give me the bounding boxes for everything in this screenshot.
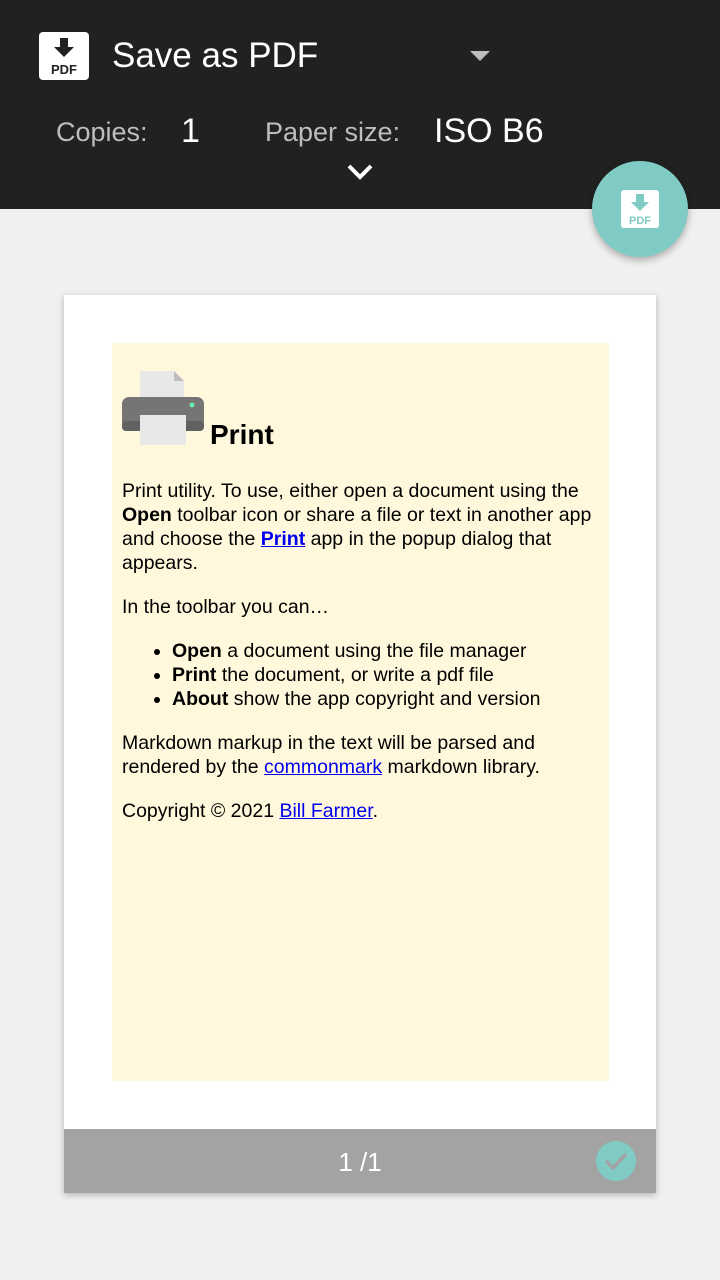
- list-item: About show the app copyright and version: [172, 687, 602, 711]
- print-link[interactable]: Print: [261, 528, 305, 550]
- toolbar-intro: In the toolbar you can…: [122, 596, 330, 618]
- printer-icon: [122, 371, 204, 445]
- toolbar-list: Open a document using the file manager P…: [122, 639, 602, 711]
- printer-selector[interactable]: Save as PDF: [112, 36, 318, 76]
- intro-paragraph: Print utility. To use, either open a doc…: [122, 480, 592, 574]
- commonmark-link[interactable]: commonmark: [264, 756, 382, 778]
- pdf-download-icon: PDF: [621, 190, 659, 228]
- page-footer: 1 /1: [64, 1129, 656, 1193]
- fab-pdf-text: PDF: [629, 215, 651, 227]
- copyright-paragraph: Copyright © 2021 Bill Farmer.: [122, 800, 379, 822]
- pdf-badge-text: PDF: [51, 62, 77, 77]
- paper-size-label: Paper size:: [265, 117, 401, 147]
- pdf-download-icon[interactable]: PDF: [39, 32, 89, 80]
- markdown-paragraph: Markdown markup in the text will be pars…: [122, 732, 540, 778]
- expand-chevron-icon[interactable]: [345, 160, 375, 184]
- page-preview[interactable]: Print Print utility. To use, either open…: [64, 295, 656, 1193]
- paper-size-value[interactable]: ISO B6: [434, 112, 544, 151]
- list-item: Open a document using the file manager: [172, 639, 602, 663]
- copies-label: Copies:: [56, 117, 148, 147]
- page-selected-check-icon[interactable]: [596, 1141, 636, 1181]
- copies-value[interactable]: 1: [181, 112, 200, 151]
- save-pdf-button[interactable]: PDF: [592, 161, 688, 257]
- document-title: Print: [210, 419, 274, 450]
- page-indicator: 1 /1: [338, 1147, 382, 1177]
- open-bold: Open: [122, 504, 172, 526]
- document-content: Print Print utility. To use, either open…: [112, 343, 609, 1081]
- dropdown-arrow-icon[interactable]: [470, 51, 490, 61]
- list-item: Print the document, or write a pdf file: [172, 663, 602, 687]
- author-link[interactable]: Bill Farmer: [279, 800, 372, 822]
